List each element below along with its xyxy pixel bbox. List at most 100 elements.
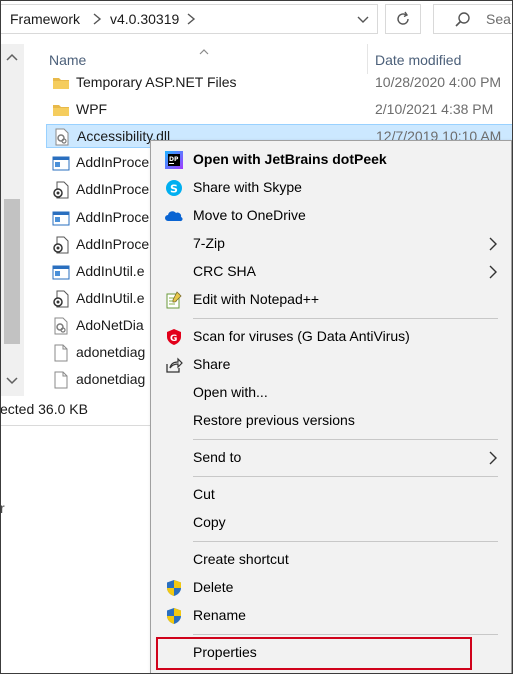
menu-item-send-to[interactable]: Send to: [151, 444, 511, 472]
search-icon: [454, 11, 472, 29]
menu-item-edit-with-notepad-plus-plus[interactable]: Edit with Notepad++: [151, 286, 511, 314]
menu-item-open-with[interactable]: Open with...: [151, 379, 511, 407]
file-name: AddInUtil.e: [76, 263, 145, 279]
file-name: AdoNetDia: [76, 317, 144, 333]
exe-window-icon: [52, 154, 70, 172]
blank-file-icon: [52, 344, 70, 362]
column-divider[interactable]: [367, 44, 368, 74]
menu-label: Scan for viruses (G Data AntiVirus): [193, 328, 410, 344]
dll-file-icon: [53, 128, 71, 146]
menu-item-restore-previous-versions[interactable]: Restore previous versions: [151, 407, 511, 435]
file-name: Temporary ASP.NET Files: [76, 74, 237, 90]
svg-text:DP: DP: [169, 156, 179, 163]
chevron-right-icon: [488, 237, 498, 251]
chevron-right-icon[interactable]: [184, 11, 198, 27]
chevron-right-icon[interactable]: [90, 11, 104, 27]
blank-file-icon: [52, 371, 70, 389]
menu-item-properties[interactable]: Properties: [151, 639, 511, 667]
menu-label: Share with Skype: [193, 179, 302, 195]
search-placeholder: Sea: [486, 11, 511, 27]
refresh-button[interactable]: [385, 4, 421, 34]
file-name: WPF: [76, 101, 108, 117]
column-header-name[interactable]: Name: [49, 52, 86, 68]
onedrive-icon: [165, 207, 183, 225]
file-name: AddInProce: [76, 154, 150, 170]
menu-item-share[interactable]: Share: [151, 351, 511, 379]
menu-label: Create shortcut: [193, 551, 289, 567]
vertical-scrollbar[interactable]: [0, 44, 24, 396]
address-dropdown-icon[interactable]: [354, 9, 372, 29]
config-file-icon: [52, 290, 70, 308]
scroll-up-icon[interactable]: [5, 50, 19, 62]
menu-label: Copy: [193, 514, 226, 530]
chevron-right-icon: [488, 451, 498, 465]
chevron-right-icon: [488, 265, 498, 279]
menu-separator: [193, 634, 498, 635]
svg-text:G: G: [170, 334, 177, 344]
menu-label: Edit with Notepad++: [193, 291, 320, 307]
address-bar[interactable]: Framework v4.0.30319: [0, 4, 378, 34]
folder-icon: [52, 74, 70, 92]
file-name: AddInProce: [76, 181, 150, 197]
menu-label: Share: [193, 356, 231, 372]
gdata-antivirus-icon: G: [165, 328, 183, 346]
file-name: adonetdiag: [76, 344, 146, 360]
share-icon: [165, 356, 183, 374]
menu-separator: [193, 439, 498, 440]
menu-item-copy[interactable]: Copy: [151, 509, 511, 537]
menu-label: CRC SHA: [193, 263, 257, 279]
uac-shield-icon: [165, 607, 183, 625]
file-date: 10/28/2020 4:00 PM: [375, 74, 502, 90]
file-name: adonetdiag: [76, 371, 146, 387]
sort-ascending-icon: [198, 43, 210, 55]
breadcrumb-framework[interactable]: Framework: [10, 11, 80, 27]
config-file-icon: [52, 181, 70, 199]
status-bar-text: ected 36.0 KB: [0, 401, 88, 417]
file-row[interactable]: Temporary ASP.NET Files 10/28/2020 4:00 …: [46, 71, 513, 95]
config-file-icon: [52, 236, 70, 254]
menu-label: 7-Zip: [193, 235, 225, 251]
skype-icon: S: [165, 179, 183, 197]
scroll-down-icon[interactable]: [5, 374, 19, 386]
file-date: 2/10/2021 4:38 PM: [375, 101, 494, 117]
uac-shield-icon: [165, 579, 183, 597]
file-name: AddInProce: [76, 236, 150, 252]
file-row[interactable]: WPF 2/10/2021 4:38 PM: [46, 98, 513, 122]
menu-item-scan-for-viruses[interactable]: G Scan for viruses (G Data AntiVirus): [151, 323, 511, 351]
menu-label: Send to: [193, 449, 242, 465]
menu-separator: [193, 541, 498, 542]
dotpeek-icon: DP: [165, 151, 183, 169]
menu-label: Open with JetBrains dotPeek: [193, 151, 387, 167]
menu-label: Delete: [193, 579, 234, 595]
background-text: r: [0, 500, 5, 516]
refresh-icon: [397, 11, 409, 25]
menu-item-7-zip[interactable]: 7-Zip: [151, 230, 511, 258]
scroll-thumb[interactable]: [4, 199, 20, 344]
menu-label: Cut: [193, 486, 215, 502]
menu-item-move-to-onedrive[interactable]: Move to OneDrive: [151, 202, 511, 230]
column-header-date-modified[interactable]: Date modified: [375, 52, 461, 68]
menu-separator: [193, 318, 498, 319]
menu-item-rename[interactable]: Rename: [151, 602, 511, 630]
menu-item-crc-sha[interactable]: CRC SHA: [151, 258, 511, 286]
menu-item-share-with-skype[interactable]: S Share with Skype: [151, 174, 511, 202]
context-menu: DP Open with JetBrains dotPeek S Share w…: [150, 140, 512, 674]
menu-item-open-with-dotpeek[interactable]: DP Open with JetBrains dotPeek: [151, 146, 511, 174]
dll-file-icon: [52, 317, 70, 335]
menu-item-delete[interactable]: Delete: [151, 574, 511, 602]
exe-window-icon: [52, 209, 70, 227]
folder-icon: [52, 101, 70, 119]
menu-label: Restore previous versions: [193, 412, 355, 428]
exe-window-icon: [52, 263, 70, 281]
file-name: AddInUtil.e: [76, 290, 145, 306]
search-box[interactable]: Sea: [433, 4, 513, 34]
menu-label: Rename: [193, 607, 246, 623]
menu-label: Properties: [193, 644, 257, 660]
menu-item-create-shortcut[interactable]: Create shortcut: [151, 546, 511, 574]
menu-label: Move to OneDrive: [193, 207, 306, 223]
breadcrumb-version[interactable]: v4.0.30319: [110, 11, 179, 27]
svg-text:S: S: [170, 183, 178, 196]
menu-label: Open with...: [193, 384, 268, 400]
menu-item-cut[interactable]: Cut: [151, 481, 511, 509]
notepad-plus-plus-icon: [165, 291, 183, 309]
